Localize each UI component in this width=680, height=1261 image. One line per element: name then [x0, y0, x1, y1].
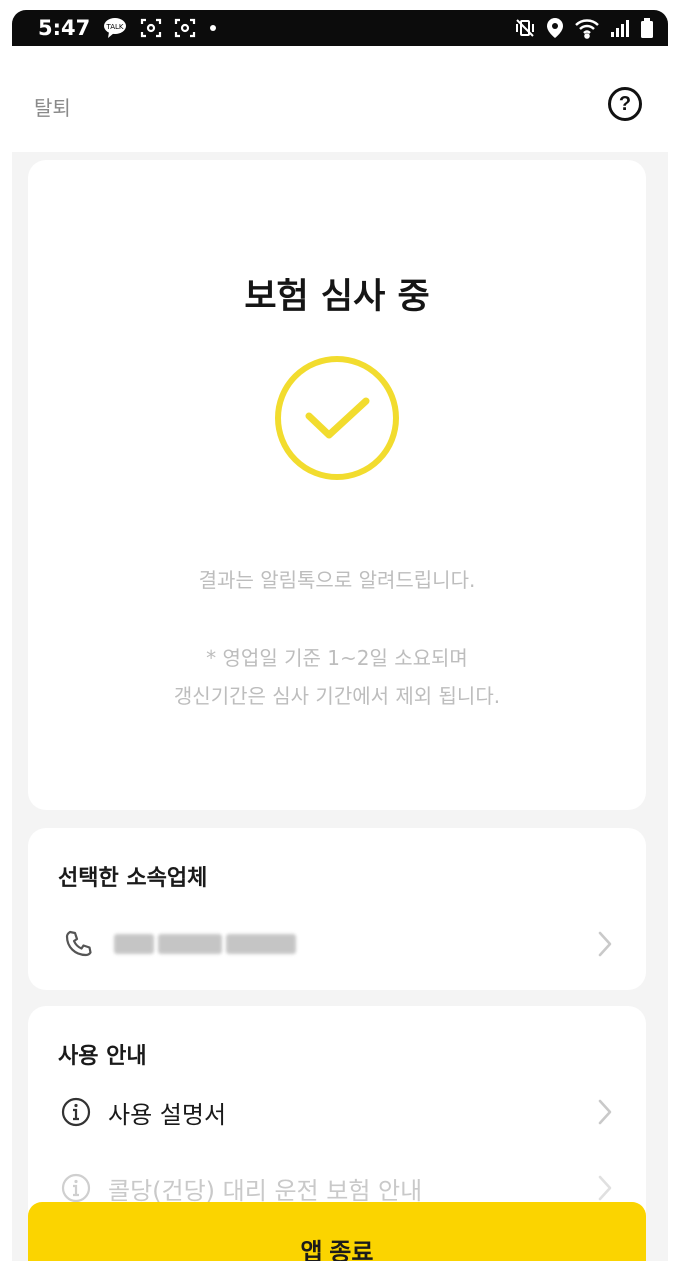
- check-circle-icon: [273, 354, 401, 482]
- chat-bubble-icon: TALK: [102, 17, 128, 39]
- redacted-phone-number: [114, 932, 310, 956]
- battery-icon: [640, 17, 654, 39]
- help-button[interactable]: ?: [608, 87, 642, 121]
- wifi-icon: [574, 17, 600, 39]
- info-icon: [58, 1170, 94, 1206]
- exit-app-button[interactable]: 앱 종료: [28, 1202, 646, 1261]
- signal-icon: [610, 18, 630, 38]
- company-contact-row[interactable]: [46, 916, 628, 972]
- status-left-icons: TALK: [102, 17, 218, 39]
- guide-item-label: 콜당(건당) 대리 운전 보험 안내: [108, 1176, 423, 1205]
- redacted-block: [226, 934, 296, 954]
- guide-item-label: 사용 설명서: [108, 1100, 227, 1129]
- guide-item-manual[interactable]: 사용 설명서: [46, 1084, 628, 1140]
- location-icon: [546, 17, 564, 39]
- review-status-card: 보험 심사 중 결과는 알림톡으로 알려드립니다. * 영업일 기준 1~2일 …: [28, 160, 646, 810]
- device-frame: 5:47 TALK 탈퇴 ? 보험 심사 중 결과는 알림톡으로 알려드립니다.…: [0, 0, 680, 1261]
- redacted-block: [158, 934, 222, 954]
- status-time: 5:47: [38, 16, 91, 40]
- phone-screen: 5:47 TALK 탈퇴 ? 보험 심사 중 결과는 알림톡으로 알려드립니다.…: [12, 10, 668, 1261]
- info-icon: [58, 1094, 94, 1130]
- withdraw-link[interactable]: 탈퇴: [34, 92, 71, 121]
- section-title: 선택한 소속업체: [58, 866, 208, 891]
- svg-text:TALK: TALK: [106, 23, 124, 31]
- chevron-right-icon: [594, 1173, 616, 1203]
- dot-icon: [208, 23, 218, 33]
- status-bar: 5:47 TALK: [12, 10, 668, 46]
- scan-icon: [174, 17, 196, 39]
- scan-icon: [140, 17, 162, 39]
- note-line-1: * 영업일 기준 1~2일 소요되며: [206, 646, 468, 670]
- section-title: 사용 안내: [58, 1044, 147, 1069]
- chevron-right-icon: [594, 929, 616, 959]
- page-title: 보험 심사 중: [244, 277, 430, 317]
- result-message: 결과는 알림톡으로 알려드립니다.: [198, 568, 476, 592]
- chevron-right-icon: [594, 1097, 616, 1127]
- vibrate-mute-icon: [514, 17, 536, 39]
- note-line-2: 갱신기간은 심사 기간에서 제외 됩니다.: [173, 684, 501, 708]
- status-right-icons: [514, 17, 654, 39]
- phone-icon: [58, 924, 98, 964]
- redacted-block: [114, 934, 154, 954]
- app-header: 탈퇴 ?: [12, 46, 668, 152]
- selected-company-card: 선택한 소속업체: [28, 828, 646, 990]
